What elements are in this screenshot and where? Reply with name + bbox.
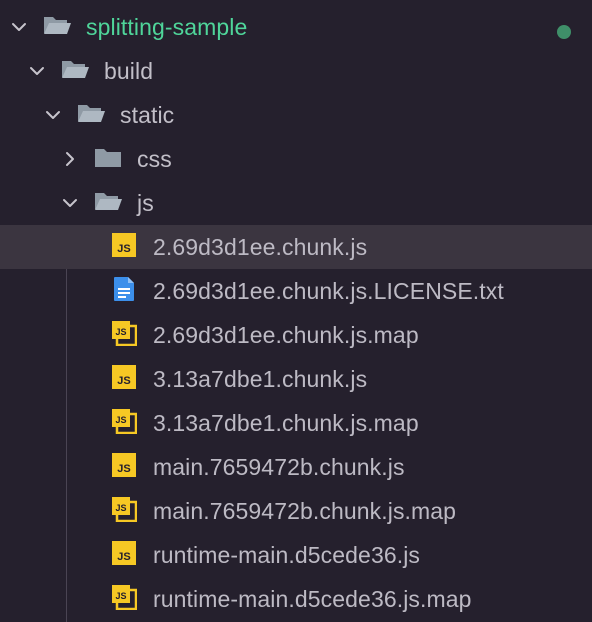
javascript-file-icon: JS	[111, 364, 153, 395]
open-folder-icon	[60, 57, 104, 86]
svg-text:JS: JS	[115, 591, 126, 601]
svg-text:JS: JS	[117, 463, 130, 475]
tree-file-row[interactable]: JS 2.69d3d1ee.chunk.js	[0, 225, 592, 269]
javascript-file-icon: JS	[111, 452, 153, 483]
open-folder-icon	[93, 189, 137, 218]
tree-root-label: splitting-sample	[86, 13, 248, 40]
tree-folder-js[interactable]: js	[0, 181, 592, 225]
tree-file-row[interactable]: JS runtime-main.d5cede36.js	[0, 533, 592, 577]
file-label: 2.69d3d1ee.chunk.js.LICENSE.txt	[153, 277, 504, 304]
tree-file-row[interactable]: JS 3.13a7dbe1.chunk.js	[0, 357, 592, 401]
chevron-down-icon	[10, 18, 28, 36]
text-file-icon	[111, 276, 153, 307]
folder-label: css	[137, 145, 172, 172]
open-folder-icon	[42, 13, 86, 42]
tree-file-row[interactable]: JS main.7659472b.chunk.js.map	[0, 489, 592, 533]
file-label: runtime-main.d5cede36.js.map	[153, 585, 472, 612]
chevron-down-icon	[44, 106, 62, 124]
file-label: 2.69d3d1ee.chunk.js.map	[153, 321, 419, 348]
tree-folder-css[interactable]: css	[0, 137, 592, 181]
file-label: 2.69d3d1ee.chunk.js	[153, 233, 368, 260]
svg-text:JS: JS	[115, 503, 126, 513]
folder-label: static	[120, 101, 175, 128]
file-explorer: splitting-sample build static css js JS …	[0, 0, 592, 622]
chevron-right-icon	[61, 150, 79, 168]
open-folder-icon	[76, 101, 120, 130]
javascript-file-icon: JS	[111, 232, 153, 263]
javascript-map-file-icon: JS	[111, 496, 153, 527]
javascript-file-icon: JS	[111, 540, 153, 571]
file-label: 3.13a7dbe1.chunk.js.map	[153, 409, 419, 436]
folder-label: build	[104, 57, 154, 84]
svg-text:JS: JS	[115, 415, 126, 425]
chevron-down-icon	[61, 194, 79, 212]
folder-label: js	[137, 189, 154, 216]
green-dot-icon	[557, 25, 571, 39]
file-label: main.7659472b.chunk.js.map	[153, 497, 457, 524]
tree-file-row[interactable]: JS main.7659472b.chunk.js	[0, 445, 592, 489]
tree-file-row[interactable]: 2.69d3d1ee.chunk.js.LICENSE.txt	[0, 269, 592, 313]
svg-text:JS: JS	[115, 327, 126, 337]
tree-file-row[interactable]: JS 2.69d3d1ee.chunk.js.map	[0, 313, 592, 357]
tree-file-row[interactable]: JS runtime-main.d5cede36.js.map	[0, 577, 592, 621]
file-label: main.7659472b.chunk.js	[153, 453, 405, 480]
chevron-down-icon	[28, 62, 46, 80]
tree-root-splitting-sample[interactable]: splitting-sample	[0, 5, 592, 49]
file-label: 3.13a7dbe1.chunk.js	[153, 365, 368, 392]
tree-file-row[interactable]: JS 3.13a7dbe1.chunk.js.map	[0, 401, 592, 445]
svg-text:JS: JS	[117, 375, 130, 387]
javascript-map-file-icon: JS	[111, 408, 153, 439]
tree-folder-static[interactable]: static	[0, 93, 592, 137]
svg-text:JS: JS	[117, 551, 130, 563]
svg-text:JS: JS	[117, 243, 130, 255]
closed-folder-icon	[93, 145, 137, 174]
tree-folder-build[interactable]: build	[0, 49, 592, 93]
file-label: runtime-main.d5cede36.js	[153, 541, 421, 568]
javascript-map-file-icon: JS	[111, 584, 153, 615]
javascript-map-file-icon: JS	[111, 320, 153, 351]
